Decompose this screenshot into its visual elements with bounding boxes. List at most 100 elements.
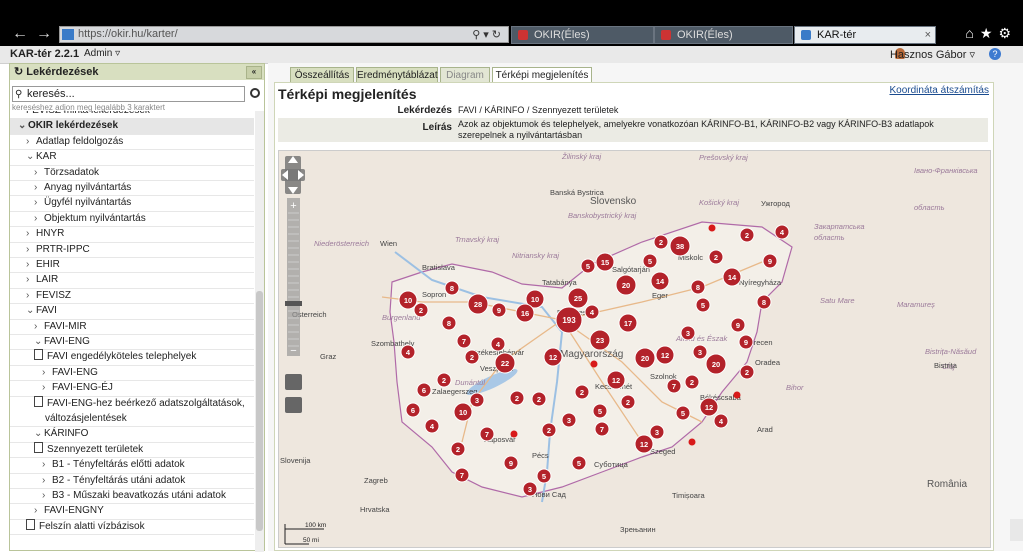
- tree-item[interactable]: ⌄ FAVI: [10, 303, 254, 320]
- chevron-right-icon[interactable]: ›: [34, 503, 44, 518]
- zoom-out-icon[interactable]: −: [290, 345, 296, 357]
- map-view[interactable]: Žilinský kraj Prešovský kraj Slovensko Koši…: [278, 150, 991, 548]
- map-place-label: Arad: [757, 425, 773, 434]
- forward-arrow-icon[interactable]: →: [35, 26, 53, 42]
- home-icon[interactable]: ⌂: [965, 25, 979, 41]
- tree-item[interactable]: › Objektum nyilvántartás: [10, 211, 254, 228]
- sidebar-scrollbar[interactable]: [255, 111, 264, 552]
- tree-group[interactable]: ⌄ OKIR lekérdezések: [10, 118, 254, 135]
- tree-item[interactable]: Felszín alatti vízbázisok: [10, 518, 254, 536]
- tree-item-label-2: változásjelentések: [45, 412, 127, 424]
- tree-item[interactable]: ⌄ KAR: [10, 149, 254, 166]
- chevron-down-icon[interactable]: ⌄: [34, 334, 44, 349]
- cluster-marker[interactable]: [688, 438, 696, 446]
- chevron-right-icon[interactable]: ›: [26, 242, 36, 257]
- scrollbar-thumb[interactable]: [256, 291, 263, 531]
- tree-item[interactable]: ⌄ KÁRINFO: [10, 426, 254, 443]
- cluster-count: 8: [762, 298, 766, 307]
- map-place-label: Bistrița-Năsăud: [925, 347, 977, 356]
- browser-tab-karter[interactable]: KAR-tér ×: [794, 26, 936, 44]
- map-canvas[interactable]: Žilinský kraj Prešovský kraj Slovensko Koši…: [279, 151, 991, 548]
- cluster-count: 3: [686, 329, 690, 338]
- chevron-right-icon[interactable]: ›: [26, 288, 36, 303]
- settings-gear-icon[interactable]: ⚙: [998, 25, 1017, 41]
- search-input[interactable]: ⚲ keresés...: [12, 86, 245, 102]
- tree-item[interactable]: ⌄ FAVI-ENG: [10, 334, 254, 351]
- zoom-slider-handle[interactable]: [285, 301, 302, 306]
- cluster-count: 2: [419, 306, 423, 315]
- tree-item[interactable]: › FEVISZ: [10, 288, 254, 305]
- tree-item[interactable]: › PRTR-IPPC: [10, 242, 254, 258]
- cluster-marker[interactable]: [733, 391, 741, 399]
- chevron-right-icon[interactable]: ›: [42, 488, 52, 503]
- tab-osszeallitas[interactable]: Összeállítás: [290, 67, 354, 83]
- tree-item[interactable]: › FAVI-ENGNY: [10, 503, 254, 520]
- cluster-count: 16: [521, 309, 529, 318]
- close-tab-icon[interactable]: ×: [925, 27, 931, 43]
- cluster-marker[interactable]: [708, 224, 716, 232]
- chevron-right-icon[interactable]: ›: [34, 195, 44, 210]
- tree-item[interactable]: › Ügyfél nyilvántartás: [10, 195, 254, 212]
- scale-km-label: 100 km: [305, 522, 326, 529]
- collapse-sidebar-button[interactable]: «: [246, 66, 262, 79]
- chevron-right-icon[interactable]: ›: [26, 257, 36, 272]
- tree-item[interactable]: FAVI engedélyköteles telephelyek: [10, 349, 254, 366]
- tree-item-label: FAVI: [36, 305, 57, 317]
- search-refresh-icon[interactable]: ⚲▾↻: [472, 28, 504, 41]
- chevron-down-icon[interactable]: ⌄: [18, 118, 28, 133]
- chevron-down-icon[interactable]: ⌄: [26, 149, 36, 164]
- tree-item[interactable]: › B1 - Tényfeltárás előtti adatok: [10, 457, 254, 474]
- tab-terkepi-megjelenites[interactable]: Térképi megjelenítés: [492, 67, 592, 83]
- tree-item[interactable]: FAVI-ENG-hez beérkező adatszolgáltatások…: [10, 395, 254, 428]
- map-place-label: Nitriansky kraj: [512, 251, 559, 260]
- tree-item[interactable]: › B2 - Tényfeltárás utáni adatok: [10, 473, 254, 489]
- browser-tab-okir-1[interactable]: OKIR(Éles): [511, 26, 654, 44]
- tab-eredmenytablazat[interactable]: Eredménytáblázat: [356, 67, 438, 83]
- chevron-right-icon[interactable]: ›: [26, 272, 36, 287]
- browser-tab-okir-2[interactable]: OKIR(Éles): [654, 26, 793, 44]
- favorites-star-icon[interactable]: ★: [980, 25, 999, 41]
- tree-item[interactable]: Szennyezett területek: [10, 441, 254, 459]
- overview-map-icon[interactable]: [285, 397, 302, 413]
- back-arrow-icon[interactable]: ←: [11, 26, 29, 42]
- search-go-icon[interactable]: [250, 88, 260, 98]
- tree-item[interactable]: › HNYR: [10, 226, 254, 243]
- tree-item[interactable]: › Adatlap feldolgozás: [10, 134, 254, 151]
- tree-item[interactable]: › FAVI-ENG-ÉJ: [10, 380, 254, 397]
- tab-diagram[interactable]: Diagram: [440, 67, 490, 83]
- chevron-right-icon[interactable]: ›: [42, 365, 52, 380]
- user-menu[interactable]: Hasznos Gábor ▿: [890, 48, 975, 61]
- chevron-right-icon[interactable]: ›: [34, 180, 44, 195]
- chevron-right-icon[interactable]: ›: [34, 319, 44, 334]
- address-bar[interactable]: https://okir.hu/karter/ ⚲▾↻: [59, 26, 509, 43]
- chevron-right-icon[interactable]: ›: [34, 165, 44, 180]
- chevron-right-icon[interactable]: ›: [42, 380, 52, 395]
- tree-item[interactable]: › Törzsadatok: [10, 165, 254, 181]
- chevron-down-icon[interactable]: ⌄: [26, 303, 36, 318]
- tree-item-label: KAR: [36, 151, 57, 163]
- tree-item[interactable]: › FAVI-MIR: [10, 319, 254, 335]
- layers-icon[interactable]: [285, 374, 302, 390]
- help-icon[interactable]: ?: [989, 48, 1001, 60]
- tree-item[interactable]: › FAVI-ENG: [10, 365, 254, 382]
- tree-item[interactable]: › EHIR: [10, 257, 254, 274]
- tree-item[interactable]: › Anyag nyilvántartás: [10, 180, 254, 197]
- zoom-in-icon[interactable]: +: [290, 200, 296, 212]
- cluster-marker[interactable]: [590, 360, 598, 368]
- main-scrollbar[interactable]: [1010, 519, 1023, 541]
- cluster-marker[interactable]: [510, 430, 518, 438]
- map-place-label: Sopron: [422, 290, 446, 299]
- chevron-right-icon[interactable]: ›: [34, 211, 44, 226]
- chevron-right-icon[interactable]: ›: [26, 134, 36, 149]
- refresh-icon[interactable]: ↻: [14, 66, 23, 78]
- chevron-right-icon[interactable]: ›: [26, 226, 36, 241]
- chevron-right-icon[interactable]: ›: [42, 473, 52, 488]
- cluster-count: 8: [450, 284, 454, 293]
- admin-menu[interactable]: Admin ▿: [84, 48, 120, 59]
- cluster-count: 2: [690, 378, 694, 387]
- tree-item[interactable]: › B3 - Műszaki beavatkozás utáni adatok: [10, 488, 254, 505]
- chevron-right-icon[interactable]: ›: [42, 457, 52, 472]
- chevron-down-icon[interactable]: ⌄: [34, 426, 44, 441]
- coordinate-convert-link[interactable]: Koordináta átszámítás: [890, 85, 990, 96]
- tree-item[interactable]: › LAIR: [10, 272, 254, 289]
